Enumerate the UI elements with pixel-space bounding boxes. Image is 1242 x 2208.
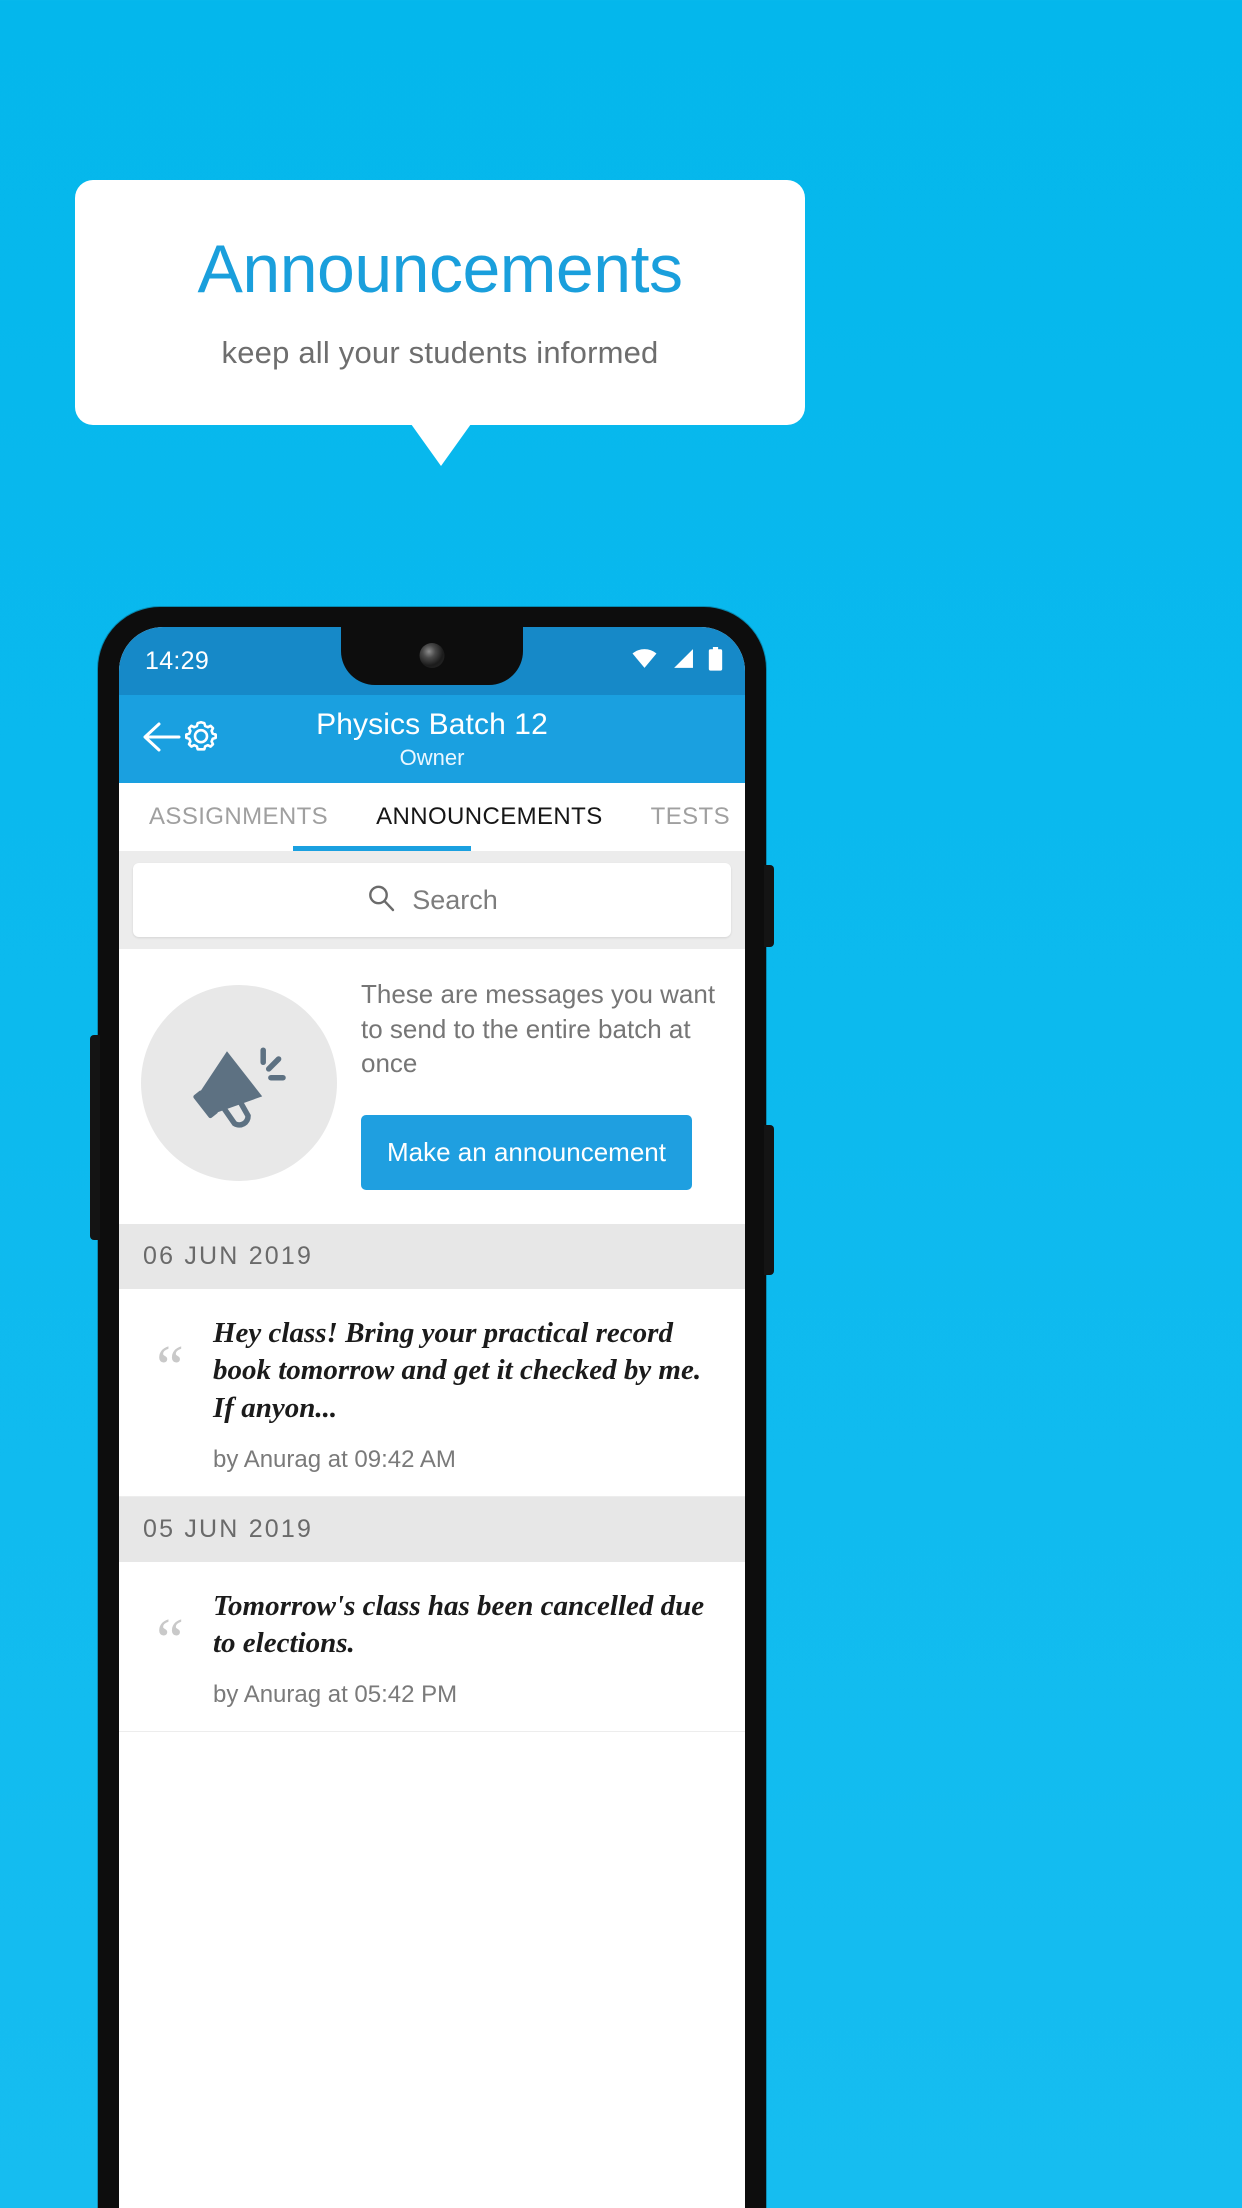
promo-icon-circle: [141, 985, 337, 1182]
quote-icon: “: [156, 1606, 184, 1675]
banner-tail: [411, 424, 471, 466]
wifi-icon: [632, 648, 657, 674]
announcement-body: Hey class! Bring your practical record b…: [213, 1315, 727, 1474]
tab-bar: ASSIGNMENTS ANNOUNCEMENTS TESTS V: [119, 783, 745, 851]
search-input[interactable]: Search: [133, 863, 731, 937]
gear-icon[interactable]: [181, 717, 221, 762]
back-arrow-icon[interactable]: [141, 720, 181, 759]
status-icons: [632, 646, 723, 676]
phone-volume-button[interactable]: [764, 1125, 774, 1275]
tab-announcements[interactable]: ANNOUNCEMENTS: [352, 803, 627, 831]
announcement-item[interactable]: “ Hey class! Bring your practical record…: [119, 1288, 745, 1497]
announcement-text: Hey class! Bring your practical record b…: [213, 1316, 702, 1425]
quote-icon: “: [156, 1333, 184, 1402]
page-title: Announcements: [197, 230, 683, 307]
status-bar: 14:29: [119, 627, 745, 695]
tab-assignments[interactable]: ASSIGNMENTS: [125, 803, 352, 831]
search-placeholder: Search: [412, 884, 498, 915]
phone-device: 14:29 Physics Batch 12 Owner ASSIGNMENTS…: [90, 607, 774, 2208]
banner-card: Announcements keep all your students inf…: [75, 180, 805, 425]
search-container: Search: [119, 851, 745, 949]
batch-title: Physics Batch 12: [316, 707, 548, 741]
date-header: 06 JUN 2019: [119, 1223, 745, 1289]
phone-side-button[interactable]: [90, 1035, 100, 1240]
status-time: 14:29: [145, 646, 210, 675]
front-camera: [419, 643, 445, 668]
promo-content: These are messages you want to send to t…: [361, 977, 721, 1190]
announcement-body: Tomorrow's class has been cancelled due …: [213, 1588, 727, 1709]
batch-role: Owner: [399, 744, 465, 770]
app-bar: Physics Batch 12 Owner: [119, 695, 745, 783]
tab-active-indicator: [293, 846, 471, 851]
promo-description: These are messages you want to send to t…: [361, 979, 716, 1079]
megaphone-icon: [184, 1026, 294, 1141]
date-header: 05 JUN 2019: [119, 1496, 745, 1562]
battery-icon: [708, 646, 723, 676]
phone-power-button[interactable]: [764, 865, 774, 947]
announcement-text: Tomorrow's class has been cancelled due …: [213, 1589, 705, 1660]
signal-icon: [671, 648, 694, 674]
make-announcement-button[interactable]: Make an announcement: [361, 1114, 692, 1190]
phone-screen: 14:29 Physics Batch 12 Owner ASSIGNMENTS…: [119, 627, 745, 2208]
announcement-meta: by Anurag at 09:42 AM: [213, 1445, 456, 1473]
search-icon: [366, 883, 396, 918]
promo-card: These are messages you want to send to t…: [119, 949, 745, 1224]
announcement-item[interactable]: “ Tomorrow's class has been cancelled du…: [119, 1561, 745, 1733]
tab-tests[interactable]: TESTS: [627, 803, 745, 831]
announcement-meta: by Anurag at 05:42 PM: [213, 1681, 458, 1709]
page-subtitle: keep all your students informed: [221, 334, 659, 370]
